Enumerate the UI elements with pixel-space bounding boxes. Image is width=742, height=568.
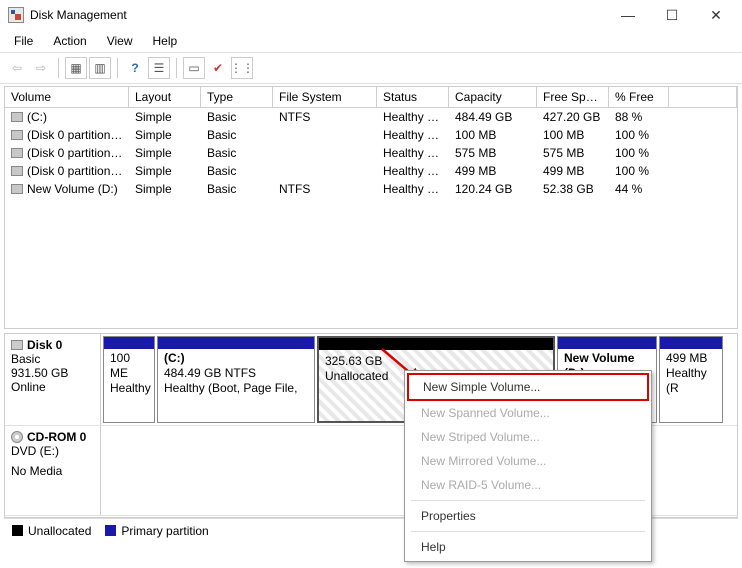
disk-name: Disk 0 bbox=[27, 338, 62, 352]
legend-unallocated-label: Unallocated bbox=[28, 524, 91, 538]
list-icon[interactable]: ⋮⋮ bbox=[231, 57, 253, 79]
column-type[interactable]: Type bbox=[201, 87, 273, 107]
legend-primary: Primary partition bbox=[105, 524, 208, 538]
ctx-new-striped-volume[interactable]: New Striped Volume... bbox=[407, 425, 649, 449]
refresh-icon[interactable]: ▭ bbox=[183, 57, 205, 79]
volume-row[interactable]: New Volume (D:)SimpleBasicNTFSHealthy (B… bbox=[5, 180, 737, 198]
volume-row[interactable]: (Disk 0 partition 6)SimpleBasicHealthy (… bbox=[5, 162, 737, 180]
context-menu: New Simple Volume... New Spanned Volume.… bbox=[404, 370, 652, 562]
partition-size: 325.63 GB bbox=[325, 354, 547, 369]
menu-file[interactable]: File bbox=[4, 32, 43, 50]
partition-status: Healthy (Boot, Page File, bbox=[164, 381, 308, 396]
partition-cap-icon bbox=[660, 337, 722, 349]
cdrom-state: No Media bbox=[11, 464, 94, 478]
maximize-button[interactable]: ☐ bbox=[650, 1, 694, 29]
ctx-new-spanned-volume[interactable]: New Spanned Volume... bbox=[407, 401, 649, 425]
cdrom-label[interactable]: CD-ROM 0 DVD (E:) No Media bbox=[5, 426, 101, 515]
ctx-properties[interactable]: Properties bbox=[407, 504, 649, 528]
toolbar-separator bbox=[176, 58, 177, 78]
partition-cap-icon bbox=[319, 338, 553, 350]
disk-size: 931.50 GB bbox=[11, 366, 94, 380]
properties-icon[interactable]: ☰ bbox=[148, 57, 170, 79]
column-capacity[interactable]: Capacity bbox=[449, 87, 537, 107]
minimize-button[interactable]: — bbox=[606, 1, 650, 29]
legend-swatch-unallocated-icon bbox=[12, 525, 23, 536]
ctx-divider bbox=[411, 531, 645, 532]
menu-bar: File Action View Help bbox=[0, 30, 742, 52]
volume-list-body: (C:)SimpleBasicNTFSHealthy (B...484.49 G… bbox=[5, 108, 737, 328]
disk-state: Online bbox=[11, 380, 94, 394]
check-icon[interactable]: ✔ bbox=[207, 57, 229, 79]
partition-status: Healthy bbox=[110, 381, 148, 396]
ctx-new-raid5-volume[interactable]: New RAID-5 Volume... bbox=[407, 473, 649, 497]
cdrom-name: CD-ROM 0 bbox=[27, 430, 86, 444]
toolbar: ⇦ ⇨ ▦ ▥ ? ☰ ▭ ✔ ⋮⋮ bbox=[0, 52, 742, 84]
column-status[interactable]: Status bbox=[377, 87, 449, 107]
partition-size: 499 MB bbox=[666, 351, 716, 366]
column-file-system[interactable]: File System bbox=[273, 87, 377, 107]
column-layout[interactable]: Layout bbox=[129, 87, 201, 107]
volume-list-header: Volume Layout Type File System Status Ca… bbox=[5, 87, 737, 108]
window-title: Disk Management bbox=[30, 8, 606, 22]
partition-status: Healthy (R bbox=[666, 366, 716, 396]
partition-size: 484.49 GB NTFS bbox=[164, 366, 308, 381]
toolbar-separator bbox=[58, 58, 59, 78]
volume-row[interactable]: (Disk 0 partition 1)SimpleBasicHealthy (… bbox=[5, 126, 737, 144]
graphic-view-button[interactable]: ▥ bbox=[89, 57, 111, 79]
cdrom-icon bbox=[11, 431, 23, 443]
legend-primary-label: Primary partition bbox=[121, 524, 208, 538]
volume-row[interactable]: (Disk 0 partition 4)SimpleBasicHealthy (… bbox=[5, 144, 737, 162]
volume-icon bbox=[11, 184, 23, 194]
ctx-divider bbox=[411, 500, 645, 501]
partition-cap-icon bbox=[158, 337, 314, 349]
partition-cap-icon bbox=[558, 337, 656, 349]
volume-icon bbox=[11, 166, 23, 176]
app-icon bbox=[8, 7, 24, 23]
disk-icon bbox=[11, 340, 23, 350]
volume-list: Volume Layout Type File System Status Ca… bbox=[4, 86, 738, 329]
legend-unallocated: Unallocated bbox=[12, 524, 91, 538]
disk-label[interactable]: Disk 0 Basic 931.50 GB Online bbox=[5, 334, 101, 425]
partition-size: 100 ME bbox=[110, 351, 148, 381]
forward-button[interactable]: ⇨ bbox=[30, 57, 52, 79]
partition-name: (C:) bbox=[164, 351, 308, 366]
column-free-space[interactable]: Free Spa... bbox=[537, 87, 609, 107]
column-volume[interactable]: Volume bbox=[5, 87, 129, 107]
partition-efi[interactable]: 100 ME Healthy bbox=[103, 336, 155, 423]
volume-icon bbox=[11, 148, 23, 158]
title-bar: Disk Management — ☐ ✕ bbox=[0, 0, 742, 30]
toolbar-separator bbox=[117, 58, 118, 78]
partition-cap-icon bbox=[104, 337, 154, 349]
volume-row[interactable]: (C:)SimpleBasicNTFSHealthy (B...484.49 G… bbox=[5, 108, 737, 126]
back-button[interactable]: ⇦ bbox=[6, 57, 28, 79]
help-icon[interactable]: ? bbox=[124, 57, 146, 79]
menu-help[interactable]: Help bbox=[143, 32, 188, 50]
partition-recovery[interactable]: 499 MB Healthy (R bbox=[659, 336, 723, 423]
volume-icon bbox=[11, 112, 23, 122]
table-view-button[interactable]: ▦ bbox=[65, 57, 87, 79]
column-spacer bbox=[669, 87, 737, 107]
legend-swatch-primary-icon bbox=[105, 525, 116, 536]
partition-c[interactable]: (C:) 484.49 GB NTFS Healthy (Boot, Page … bbox=[157, 336, 315, 423]
column-percent-free[interactable]: % Free bbox=[609, 87, 669, 107]
cdrom-drive: DVD (E:) bbox=[11, 444, 94, 458]
ctx-new-simple-volume[interactable]: New Simple Volume... bbox=[407, 373, 649, 401]
ctx-new-mirrored-volume[interactable]: New Mirrored Volume... bbox=[407, 449, 649, 473]
menu-view[interactable]: View bbox=[97, 32, 143, 50]
menu-action[interactable]: Action bbox=[43, 32, 96, 50]
ctx-help[interactable]: Help bbox=[407, 535, 649, 559]
close-button[interactable]: ✕ bbox=[694, 1, 738, 29]
disk-kind: Basic bbox=[11, 352, 94, 366]
volume-icon bbox=[11, 130, 23, 140]
